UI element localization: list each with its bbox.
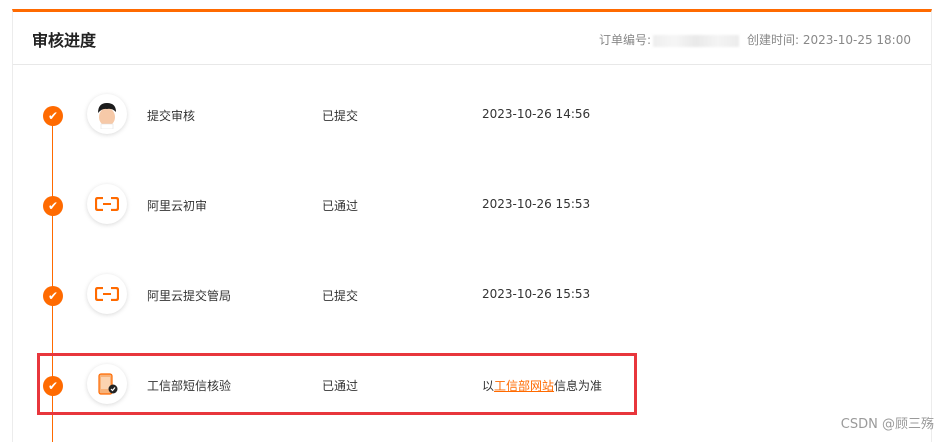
aliyun-logo-icon [87,274,127,314]
aliyun-logo-icon [87,184,127,224]
page-title: 审核进度 [32,31,97,50]
check-circle-icon: ✔ [43,286,63,306]
step-name: 阿里云初审 [147,199,208,213]
panel-header: 审核进度 订单编号: 创建时间: 2023-10-25 18:00 [13,12,931,65]
created-time: 创建时间: 2023-10-25 18:00 [747,33,911,47]
order-meta: 订单编号: 创建时间: 2023-10-25 18:00 [599,31,911,48]
person-avatar-icon [87,94,127,134]
step-name: 阿里云提交管局 [147,289,232,303]
step-time: 2023-10-26 15:53 [482,287,591,301]
timeline-step: ✔ 提交审核 已提交 2023-10-26 14:56 [0,84,948,144]
step-time: 2023-10-26 14:56 [482,107,591,121]
order-number-redacted [653,34,739,47]
timeline-step: ✔ 阿里云提交管局 已提交 2023-10-26 15:53 [0,264,948,324]
order-number-label: 订单编号: [598,33,651,47]
step-status: 已通过 [322,199,359,213]
timeline-step: ✔ 阿里云初审 已通过 2023-10-26 15:53 [0,174,948,234]
highlight-box [37,353,637,415]
step-status: 已提交 [322,109,359,123]
step-status: 已提交 [322,289,359,303]
check-circle-icon: ✔ [43,106,63,126]
check-circle-icon: ✔ [43,196,63,216]
watermark: CSDN @顾三殇 [840,417,934,432]
step-time: 2023-10-26 15:53 [482,197,591,211]
step-name: 提交审核 [147,109,196,123]
